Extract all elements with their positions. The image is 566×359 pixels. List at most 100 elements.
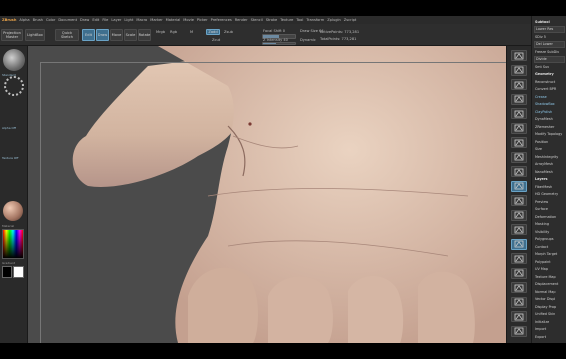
mrgb-toggle[interactable]: Mrgb	[156, 30, 165, 34]
edit-button[interactable]: Edit	[82, 29, 95, 41]
color-picker[interactable]	[2, 229, 24, 259]
tray-item-layers[interactable]: Layers	[534, 176, 565, 183]
tray-item-lower-res[interactable]: Lower Res	[534, 25, 565, 33]
tray-item-vector-displ[interactable]: Vector Displ	[534, 296, 565, 303]
tray-item-export[interactable]: Export	[534, 333, 565, 340]
tray-item-dynamesh[interactable]: DynaMesh	[534, 116, 565, 123]
tray-item-deformation[interactable]: Deformation	[534, 213, 565, 220]
tray-item-surface[interactable]: Surface	[534, 206, 565, 213]
tray-item-convert-bpr[interactable]: Convert BPR	[534, 86, 565, 93]
tray-item-visibility[interactable]: Visibility	[534, 228, 565, 235]
tray-item-reconstruct[interactable]: Reconstruct	[534, 78, 565, 85]
tray-item-import[interactable]: Import	[534, 326, 565, 333]
ghost-icon[interactable]	[511, 282, 527, 293]
menu-item-movie[interactable]: Movie	[183, 18, 194, 22]
frame-icon[interactable]	[511, 195, 527, 206]
texture-label[interactable]: Texture Off	[2, 156, 18, 160]
scale-icon[interactable]	[511, 224, 527, 235]
menu-item-macro[interactable]: Macro	[136, 18, 147, 22]
menu-item-zplugin[interactable]: Zplugin	[327, 18, 341, 22]
tray-item-initialize[interactable]: Initialize	[534, 318, 565, 325]
tray-item-contact[interactable]: Contact	[534, 243, 565, 250]
move-button[interactable]: Move	[110, 29, 123, 41]
tray-item-subtool[interactable]: Subtool	[534, 18, 565, 25]
menu-item-marker[interactable]: Marker	[150, 18, 162, 22]
menu-item-transform[interactable]: Transform	[306, 18, 324, 22]
material-ball-icon[interactable]	[3, 201, 23, 221]
menu-item-file[interactable]: File	[102, 18, 108, 22]
tray-item-modify-topology[interactable]: Modify Topology	[534, 131, 565, 138]
menu-item-tool[interactable]: Tool	[296, 18, 303, 22]
zoom-icon[interactable]	[511, 93, 527, 105]
spix-icon[interactable]	[511, 64, 527, 76]
tray-item-polygroups[interactable]: Polygroups	[534, 236, 565, 243]
tray-item-sdiv-5[interactable]: SDiv 5	[534, 33, 565, 40]
tray-item-crease[interactable]: Crease	[534, 93, 565, 100]
tray-item-masking[interactable]: Masking	[534, 221, 565, 228]
bpr-icon[interactable]	[511, 50, 527, 61]
menu-item-stencil[interactable]: Stencil	[251, 18, 263, 22]
move-icon[interactable]	[511, 209, 527, 221]
menu-item-light[interactable]: Light	[124, 18, 133, 22]
tray-item-zremesher[interactable]: ZRemesher	[534, 123, 565, 130]
tray-item-position[interactable]: Position	[534, 138, 565, 145]
menu-item-document[interactable]: Document	[58, 18, 77, 22]
tray-item-smt-suv[interactable]: Smt Suv	[534, 63, 565, 70]
menu-item-render[interactable]: Render	[235, 18, 248, 22]
tray-item-normal-map[interactable]: Normal Map	[534, 288, 565, 295]
menu-item-layer[interactable]: Layer	[111, 18, 121, 22]
quick-sketch-button[interactable]: Quick Sketch	[55, 29, 79, 41]
tray-item-displacement[interactable]: Displacement	[534, 281, 565, 288]
brush-thumbnail[interactable]	[3, 49, 25, 71]
menu-item-alpha[interactable]: Alpha	[19, 18, 29, 22]
main-color-swatch[interactable]	[2, 266, 12, 278]
local-icon[interactable]	[511, 166, 527, 177]
menu-item-draw[interactable]: Draw	[80, 18, 89, 22]
tray-item-uv-map[interactable]: UV Map	[534, 266, 565, 273]
menu-item-texture[interactable]: Texture	[280, 18, 293, 22]
zsub-toggle[interactable]: Zsub	[224, 30, 233, 34]
tray-item-polypaint[interactable]: Polypaint	[534, 258, 565, 265]
menu-item-preferences[interactable]: Preferences	[211, 18, 232, 22]
tray-item-preview[interactable]: Preview	[534, 198, 565, 205]
floor-icon[interactable]	[511, 151, 527, 163]
z-intensity-slider[interactable]	[262, 42, 296, 45]
secondary-color-swatch[interactable]	[13, 266, 24, 278]
projection-master-button[interactable]: Projection Master	[1, 29, 23, 41]
xpose-icon[interactable]	[511, 311, 527, 322]
tray-item-display-prop[interactable]: Display Prop	[534, 303, 565, 310]
tray-item-texture-map[interactable]: Texture Map	[534, 273, 565, 280]
viewport-canvas[interactable]	[28, 46, 506, 343]
tray-item-shadowbox[interactable]: ShadowBox	[534, 101, 565, 108]
dynamic-icon[interactable]	[511, 325, 527, 337]
rotate-icon[interactable]	[511, 238, 527, 250]
menu-item-material[interactable]: Material	[166, 18, 181, 22]
tray-item-nanomesh[interactable]: NanoMesh	[534, 168, 565, 175]
tray-item-hd-geometry[interactable]: HD Geometry	[534, 191, 565, 198]
aahalf-icon[interactable]	[511, 122, 527, 134]
tray-item-arraymesh[interactable]: ArrayMesh	[534, 161, 565, 168]
menu-item-color[interactable]: Color	[46, 18, 55, 22]
tray-item-size[interactable]: Size	[534, 146, 565, 153]
menu-item-stroke[interactable]: Stroke	[266, 18, 277, 22]
rotate-button[interactable]: Rotate	[138, 29, 151, 41]
menu-item-brush[interactable]: Brush	[33, 18, 43, 22]
stroke-dots-icon[interactable]	[4, 76, 24, 96]
polyf-icon[interactable]	[511, 253, 527, 264]
actual-icon[interactable]	[511, 108, 527, 119]
menu-item-zscript[interactable]: Zscript	[344, 18, 356, 22]
tray-item-freeze-subdiv[interactable]: Freeze SubDiv	[534, 48, 565, 55]
xyz-icon[interactable]	[511, 180, 527, 192]
tray-item-fibermesh[interactable]: FiberMesh	[534, 183, 565, 190]
tray-item-divide[interactable]: Divide	[534, 55, 565, 63]
dynamic-toggle[interactable]: Dynamic	[300, 38, 316, 42]
tray-item-del-lower[interactable]: Del Lower	[534, 40, 565, 48]
rgb-toggle[interactable]: Rgb	[170, 30, 177, 34]
scroll-icon[interactable]	[511, 79, 527, 90]
menu-item-edit[interactable]: Edit	[92, 18, 99, 22]
transp-icon[interactable]	[511, 267, 527, 279]
tray-item-claypolish[interactable]: ClayPolish	[534, 108, 565, 115]
alpha-label[interactable]: Alpha Off	[2, 126, 16, 130]
draw-button[interactable]: Draw	[96, 29, 109, 41]
zadd-toggle[interactable]: Zadd	[206, 29, 220, 35]
